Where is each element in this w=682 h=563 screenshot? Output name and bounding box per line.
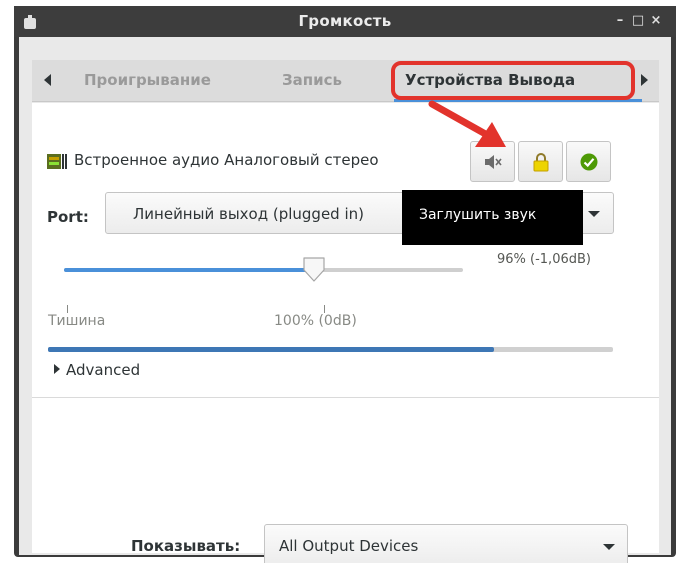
show-devices-select-value: All Output Devices <box>279 537 419 555</box>
volume-slider-fill <box>64 268 314 272</box>
checkmark-icon <box>580 153 598 171</box>
hundred-percent-tick <box>324 305 325 313</box>
tab-playback[interactable]: Проигрывание <box>84 71 211 89</box>
port-select-value: Линейный выход (plugged in) <box>133 205 364 223</box>
advanced-expander[interactable]: Advanced <box>54 361 140 379</box>
dropdown-arrow-icon <box>603 544 615 550</box>
peak-level-fill <box>48 347 495 352</box>
sound-card-icon <box>47 154 67 169</box>
dropdown-arrow-icon <box>588 211 600 217</box>
tab-scroll-right-icon[interactable] <box>641 74 648 86</box>
window-title: Громкость <box>298 12 392 30</box>
separator <box>32 397 659 398</box>
mute-tooltip: Заглушить звук <box>402 190 583 245</box>
title-bar[interactable]: Громкость – □ × <box>14 6 676 37</box>
silence-tick-label: Тишина <box>48 313 106 329</box>
tab-recording[interactable]: Запись <box>282 71 342 89</box>
device-name: Встроенное аудио Аналоговый стерео <box>74 151 379 169</box>
volume-window: Громкость – □ × Проигрывание Запись Устр… <box>14 6 676 563</box>
window-content: Проигрывание Запись Устройства Вывода Вс… <box>19 37 671 563</box>
lock-channels-button[interactable] <box>518 141 563 182</box>
show-label: Показывать: <box>131 537 241 555</box>
padlock-icon <box>533 153 549 172</box>
silence-tick <box>67 305 68 313</box>
tab-bar: Проигрывание Запись Устройства Вывода <box>32 60 659 102</box>
advanced-label: Advanced <box>66 361 141 379</box>
output-devices-page: Встроенное аудио Аналоговый стерео Port:… <box>32 103 659 563</box>
expander-triangle-icon <box>54 364 60 374</box>
tooltip-text: Заглушить звук <box>419 207 537 223</box>
tab-scroll-left-icon[interactable] <box>44 74 51 86</box>
volume-slider-handle[interactable] <box>300 255 328 283</box>
port-label: Port: <box>47 208 89 226</box>
volume-value-label: 96% (-1,06dB) <box>497 252 591 267</box>
close-button[interactable]: × <box>649 13 663 29</box>
mute-button[interactable] <box>470 141 515 182</box>
maximize-button[interactable]: □ <box>631 13 645 29</box>
set-default-button[interactable] <box>566 141 611 182</box>
peak-level-meter <box>48 347 613 352</box>
hundred-percent-tick-label: 100% (0dB) <box>274 313 357 329</box>
volume-slider-track[interactable] <box>64 268 463 272</box>
minimize-button[interactable]: – <box>613 13 627 29</box>
annotation-highlight-box <box>391 61 635 100</box>
speaker-muted-icon <box>485 155 502 169</box>
show-devices-select[interactable]: All Output Devices <box>264 524 628 563</box>
